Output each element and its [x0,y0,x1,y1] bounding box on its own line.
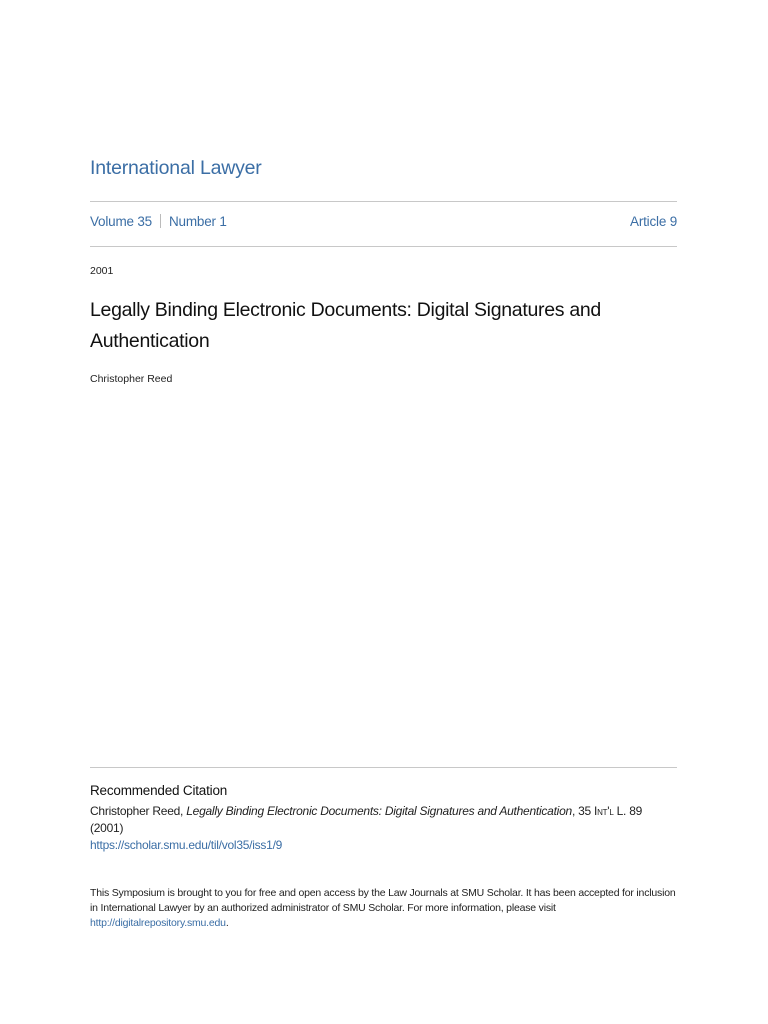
citation-journal: Int'l L. [594,804,627,818]
divider [90,767,677,768]
article-title: Legally Binding Electronic Documents: Di… [90,299,601,352]
volume-link[interactable]: Volume 35 [90,214,152,229]
recommended-citation-heading: Recommended Citation [90,783,228,798]
citation-title: Legally Binding Electronic Documents: Di… [186,804,572,818]
journal-title-link[interactable]: International Lawyer [90,157,677,180]
citation-text: Christopher Reed, Legally Binding Electr… [90,803,677,854]
citation-url-link[interactable]: https://scholar.smu.edu/til/vol35/iss1/9 [90,838,282,852]
article-link[interactable]: Article 9 [630,214,677,229]
access-notice-text: This Symposium is brought to you for fre… [90,887,676,914]
repository-link[interactable]: http://digitalrepository.smu.edu [90,917,226,929]
author-name: Christopher Reed [90,373,173,385]
divider [90,246,677,247]
access-notice-end: . [225,917,229,929]
divider [90,201,677,202]
issue-meta: Volume 35 Number 1 Article 9 [90,214,677,229]
number-link[interactable]: Number 1 [169,214,227,229]
citation-author: Christopher Reed, [90,804,187,818]
citation-volume: , 35 [571,804,595,818]
access-notice: This Symposium is brought to you for fre… [90,886,677,931]
separator [160,214,161,228]
publication-year: 2001 [90,265,114,277]
